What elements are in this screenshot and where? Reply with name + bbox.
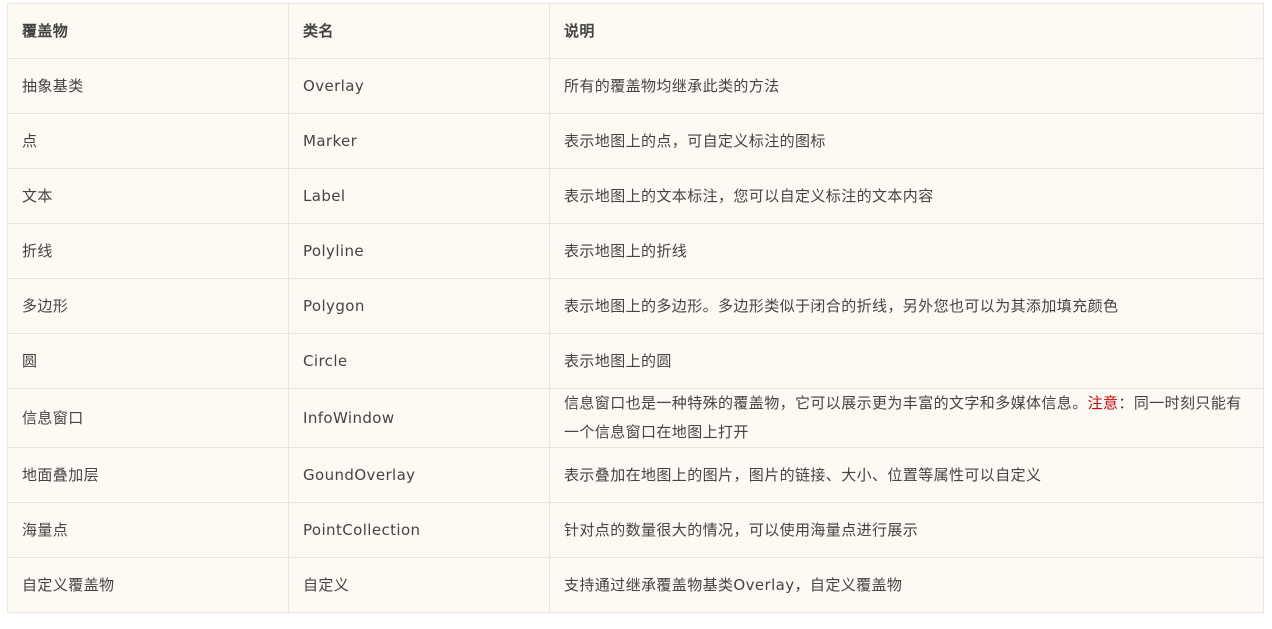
note-label: 注意 bbox=[1087, 394, 1119, 412]
cell-class-name: GoundOverlay bbox=[288, 447, 550, 503]
cell-overlay-name: 文本 bbox=[7, 168, 289, 224]
cell-class-name: InfoWindow bbox=[288, 388, 550, 448]
cell-class-name: Circle bbox=[288, 333, 550, 389]
cell-description: 表示地图上的文本标注，您可以自定义标注的文本内容 bbox=[549, 168, 1264, 224]
cell-overlay-name: 自定义覆盖物 bbox=[7, 557, 289, 613]
header-description: 说明 bbox=[549, 3, 1264, 59]
cell-class-name: Marker bbox=[288, 113, 550, 169]
table-row: 点 Marker 表示地图上的点，可自定义标注的图标 bbox=[7, 113, 1264, 169]
cell-overlay-name: 多边形 bbox=[7, 278, 289, 334]
description-text: 信息窗口也是一种特殊的覆盖物，它可以展示更为丰富的文字和多媒体信息。 bbox=[564, 394, 1088, 412]
cell-description: 表示叠加在地图上的图片，图片的链接、大小、位置等属性可以自定义 bbox=[549, 447, 1264, 503]
overlay-table-container: 覆盖物 类名 说明 抽象基类 Overlay 所有的覆盖物均继承此类的方法 点 … bbox=[7, 3, 1264, 613]
table-row: 多边形 Polygon 表示地图上的多边形。多边形类似于闭合的折线，另外您也可以… bbox=[7, 278, 1264, 334]
header-overlay: 覆盖物 bbox=[7, 3, 289, 59]
cell-overlay-name: 海量点 bbox=[7, 502, 289, 558]
cell-description: 信息窗口也是一种特殊的覆盖物，它可以展示更为丰富的文字和多媒体信息。注意：同一时… bbox=[549, 388, 1264, 448]
cell-class-name: Label bbox=[288, 168, 550, 224]
cell-description: 支持通过继承覆盖物基类Overlay，自定义覆盖物 bbox=[549, 557, 1264, 613]
cell-class-name: 自定义 bbox=[288, 557, 550, 613]
header-row: 覆盖物 类名 说明 bbox=[7, 3, 1264, 59]
table-row: 信息窗口 InfoWindow 信息窗口也是一种特殊的覆盖物，它可以展示更为丰富… bbox=[7, 388, 1264, 448]
header-class-name: 类名 bbox=[288, 3, 550, 59]
cell-class-name: Polygon bbox=[288, 278, 550, 334]
table-row: 自定义覆盖物 自定义 支持通过继承覆盖物基类Overlay，自定义覆盖物 bbox=[7, 557, 1264, 613]
table-body: 抽象基类 Overlay 所有的覆盖物均继承此类的方法 点 Marker 表示地… bbox=[7, 58, 1264, 613]
table-row: 地面叠加层 GoundOverlay 表示叠加在地图上的图片，图片的链接、大小、… bbox=[7, 447, 1264, 503]
cell-overlay-name: 圆 bbox=[7, 333, 289, 389]
cell-class-name: Overlay bbox=[288, 58, 550, 114]
cell-description: 所有的覆盖物均继承此类的方法 bbox=[549, 58, 1264, 114]
cell-description: 表示地图上的圆 bbox=[549, 333, 1264, 389]
table-row: 圆 Circle 表示地图上的圆 bbox=[7, 333, 1264, 389]
cell-description: 表示地图上的折线 bbox=[549, 223, 1264, 279]
table-row: 抽象基类 Overlay 所有的覆盖物均继承此类的方法 bbox=[7, 58, 1264, 114]
table-row: 文本 Label 表示地图上的文本标注，您可以自定义标注的文本内容 bbox=[7, 168, 1264, 224]
cell-class-name: PointCollection bbox=[288, 502, 550, 558]
cell-description: 表示地图上的多边形。多边形类似于闭合的折线，另外您也可以为其添加填充颜色 bbox=[549, 278, 1264, 334]
cell-overlay-name: 点 bbox=[7, 113, 289, 169]
table-row: 海量点 PointCollection 针对点的数量很大的情况，可以使用海量点进… bbox=[7, 502, 1264, 558]
cell-description: 针对点的数量很大的情况，可以使用海量点进行展示 bbox=[549, 502, 1264, 558]
cell-overlay-name: 地面叠加层 bbox=[7, 447, 289, 503]
table-row: 折线 Polyline 表示地图上的折线 bbox=[7, 223, 1264, 279]
cell-class-name: Polyline bbox=[288, 223, 550, 279]
table-header: 覆盖物 类名 说明 bbox=[7, 3, 1264, 59]
cell-overlay-name: 信息窗口 bbox=[7, 388, 289, 448]
overlay-table: 覆盖物 类名 说明 抽象基类 Overlay 所有的覆盖物均继承此类的方法 点 … bbox=[7, 3, 1264, 613]
cell-overlay-name: 折线 bbox=[7, 223, 289, 279]
cell-description: 表示地图上的点，可自定义标注的图标 bbox=[549, 113, 1264, 169]
cell-overlay-name: 抽象基类 bbox=[7, 58, 289, 114]
